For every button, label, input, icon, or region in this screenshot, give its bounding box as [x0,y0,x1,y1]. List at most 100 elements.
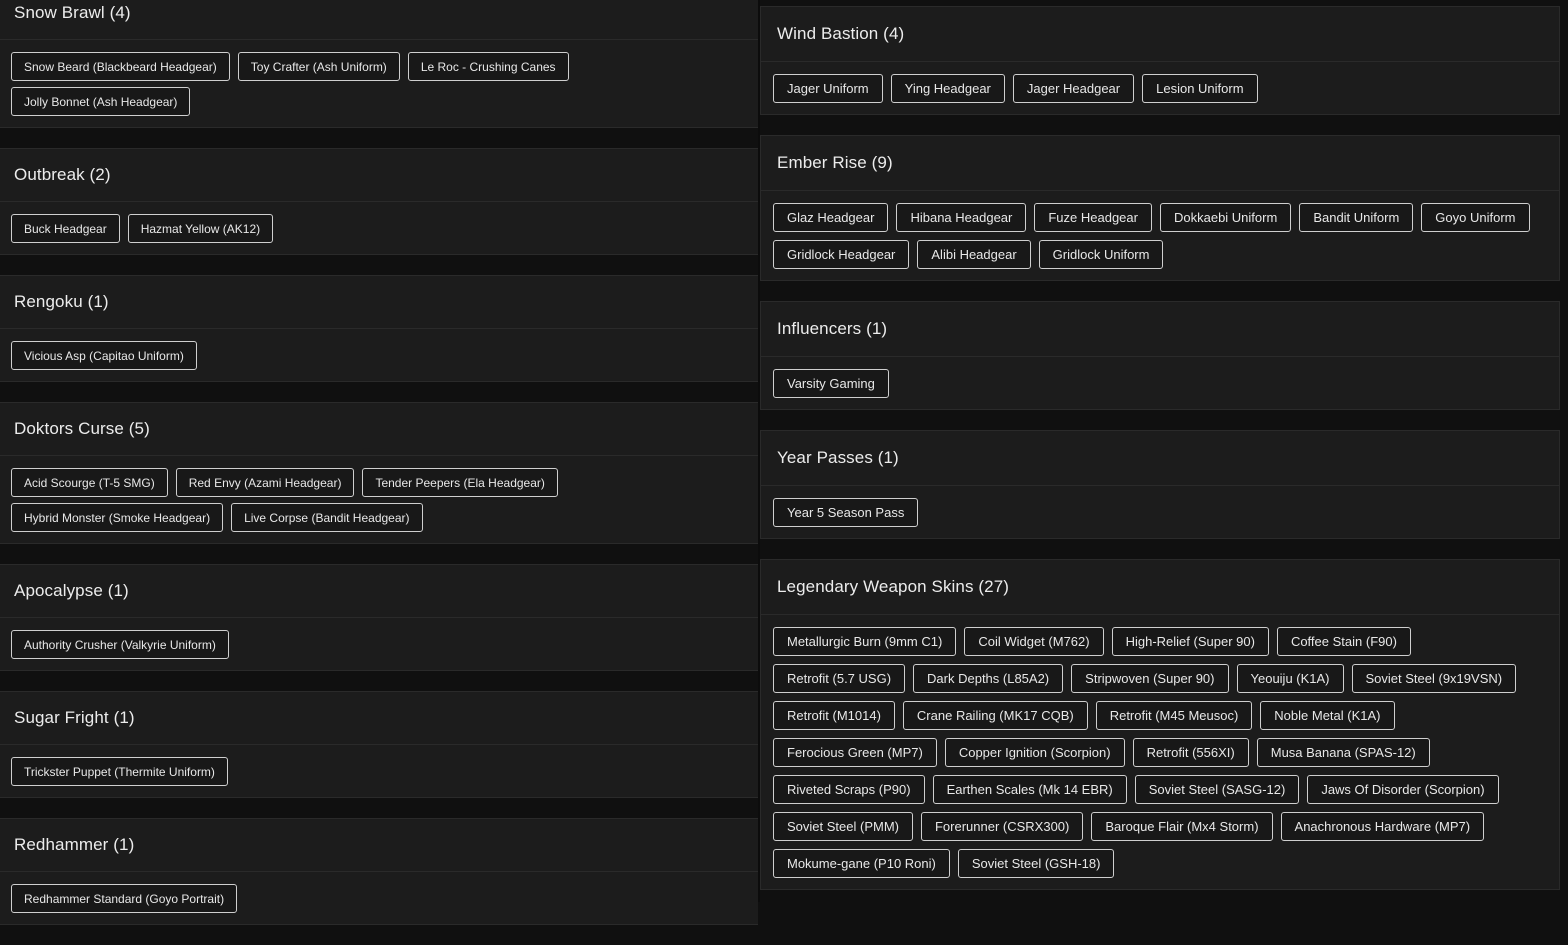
item-tag-high-relief[interactable]: High-Relief (Super 90) [1111,627,1269,656]
item-tag-jaws-of-disorder[interactable]: Jaws Of Disorder (Scorpion) [1307,775,1499,804]
section-redhammer: Redhammer (1) Redhammer Standard (Goyo Po… [0,818,758,925]
item-tag-forerunner[interactable]: Forerunner (CSRX300) [920,812,1084,841]
right-column: Wind Bastion (4) Jager Uniform Ying Headge… [760,6,1560,910]
item-tag-list: Snow Beard (Blackbeard Headgear) Toy Craf… [0,40,758,127]
section-title: Apocalypse (1) [14,581,129,600]
item-tag-ferocious-green[interactable]: Ferocious Green (MP7) [773,738,937,767]
item-tag-list: Redhammer Standard (Goyo Portrait) [0,872,758,924]
section-header: Sugar Fright (1) [0,692,758,745]
item-tag-anachronous-hardware[interactable]: Anachronous Hardware (MP7) [1280,812,1485,841]
item-tag-snow-beard[interactable]: Snow Beard (Blackbeard Headgear) [11,52,230,81]
item-tag-soviet-steel[interactable]: Soviet Steel (GSH-18) [957,849,1115,878]
item-tag-bandit-uniform[interactable]: Bandit Uniform [1299,203,1414,232]
item-tag-vicious-asp[interactable]: Vicious Asp (Capitao Uniform) [11,341,197,370]
item-tag-list: Acid Scourge (T-5 SMG) Red Envy (Azami He… [0,456,758,543]
item-tag-metallurgic-burn[interactable]: Metallurgic Burn (9mm C1) [773,627,957,656]
section-title: Snow Brawl (4) [14,3,131,22]
item-tag-soviet-steel[interactable]: Soviet Steel (9x19VSN) [1351,664,1517,693]
section-title: Doktors Curse (5) [14,419,150,438]
item-tag-soviet-steel[interactable]: Soviet Steel (PMM) [773,812,913,841]
item-tag-list: Glaz Headgear Hibana Headgear Fuze Headgea… [761,191,1559,280]
item-tag-varsity-gaming[interactable]: Varsity Gaming [773,369,889,398]
item-tag-jager-headgear[interactable]: Jager Headgear [1012,74,1135,103]
item-tag-fuze-headgear[interactable]: Fuze Headgear [1034,203,1152,232]
item-tag-earthen-scales[interactable]: Earthen Scales (Mk 14 EBR) [932,775,1127,804]
item-tag-list: Trickster Puppet (Thermite Uniform) [0,745,758,797]
section-title: Legendary Weapon Skins (27) [777,577,1010,596]
section-header: Wind Bastion (4) [761,7,1559,62]
item-tag-glaz-headgear[interactable]: Glaz Headgear [773,203,889,232]
item-tag-hibana-headgear[interactable]: Hibana Headgear [896,203,1027,232]
item-tag-dokkaebi-uniform[interactable]: Dokkaebi Uniform [1159,203,1292,232]
item-tag-baroque-flair[interactable]: Baroque Flair (Mx4 Storm) [1091,812,1273,841]
item-tag-le-roc-crushing-canes[interactable]: Le Roc - Crushing Canes [407,52,569,81]
item-tag-ying-headgear[interactable]: Ying Headgear [890,74,1005,103]
item-tag-noble-metal[interactable]: Noble Metal (K1A) [1260,701,1395,730]
item-tag-year-5-season-pass[interactable]: Year 5 Season Pass [773,498,919,527]
section-rengoku: Rengoku (1) Vicious Asp (Capitao Uniform) [0,275,758,382]
item-tag-list: Varsity Gaming [761,357,1559,409]
item-tag-buck-headgear[interactable]: Buck Headgear [11,214,120,243]
section-sugar-fright: Sugar Fright (1) Trickster Puppet (Thermi… [0,691,758,798]
item-tag-goyo-uniform[interactable]: Goyo Uniform [1421,203,1530,232]
section-wind-bastion: Wind Bastion (4) Jager Uniform Ying Headge… [760,6,1560,115]
section-title: Ember Rise (9) [777,153,893,172]
item-tag-list: Vicious Asp (Capitao Uniform) [0,329,758,381]
section-title: Redhammer (1) [14,835,135,854]
item-tag-coil-widget[interactable]: Coil Widget (M762) [964,627,1104,656]
section-doktors-curse: Doktors Curse (5) Acid Scourge (T-5 SMG) R… [0,402,758,544]
section-outbreak: Outbreak (2) Buck Headgear Hazmat Yellow (… [0,148,758,255]
item-tag-copper-ignition[interactable]: Copper Ignition (Scorpion) [944,738,1125,767]
item-tag-musa-banana[interactable]: Musa Banana (SPAS-12) [1256,738,1430,767]
section-influencers: Influencers (1) Varsity Gaming [760,301,1560,410]
section-title: Influencers (1) [777,319,888,338]
section-header: Ember Rise (9) [761,136,1559,191]
item-tag-jager-uniform[interactable]: Jager Uniform [773,74,883,103]
item-tag-riveted-scraps[interactable]: Riveted Scraps (P90) [773,775,925,804]
section-year-passes: Year Passes (1) Year 5 Season Pass [760,430,1560,539]
item-tag-retrofit[interactable]: Retrofit (5.7 USG) [773,664,906,693]
section-title: Sugar Fright (1) [14,708,135,727]
item-tag-list: Year 5 Season Pass [761,486,1559,538]
item-tag-list: Buck Headgear Hazmat Yellow (AK12) [0,202,758,254]
item-tag-jolly-bonnet[interactable]: Jolly Bonnet (Ash Headgear) [11,87,191,116]
section-header: Influencers (1) [761,302,1559,357]
item-tag-alibi-headgear[interactable]: Alibi Headgear [917,240,1031,269]
section-header: Outbreak (2) [0,149,758,202]
item-tag-coffee-stain[interactable]: Coffee Stain (F90) [1276,627,1411,656]
item-tag-retrofit[interactable]: Retrofit (M1014) [773,701,895,730]
item-tag-gridlock-uniform[interactable]: Gridlock Uniform [1038,240,1164,269]
item-tag-retrofit[interactable]: Retrofit (556XI) [1132,738,1249,767]
section-title: Wind Bastion (4) [777,24,905,43]
section-legendary-weapon-skins: Legendary Weapon Skins (27) Metallurgic B… [760,559,1560,890]
item-tag-crane-railing[interactable]: Crane Railing (MK17 CQB) [902,701,1088,730]
section-ember-rise: Ember Rise (9) Glaz Headgear Hibana Headge… [760,135,1560,281]
item-tag-toy-crafter[interactable]: Toy Crafter (Ash Uniform) [237,52,400,81]
section-title: Year Passes (1) [777,448,899,467]
item-tag-mokume-gane[interactable]: Mokume-gane (P10 Roni) [773,849,950,878]
section-header: Legendary Weapon Skins (27) [761,560,1559,615]
item-tag-authority-crusher[interactable]: Authority Crusher (Valkyrie Uniform) [11,630,229,659]
section-header: Doktors Curse (5) [0,403,758,456]
item-tag-red-envy[interactable]: Red Envy (Azami Headgear) [175,468,355,497]
item-tag-gridlock-headgear[interactable]: Gridlock Headgear [773,240,910,269]
section-header: Redhammer (1) [0,819,758,872]
item-tag-hazmat-yellow[interactable]: Hazmat Yellow (AK12) [127,214,274,243]
item-tag-acid-scourge[interactable]: Acid Scourge (T-5 SMG) [11,468,168,497]
item-tag-trickster-puppet[interactable]: Trickster Puppet (Thermite Uniform) [11,757,228,786]
item-tag-dark-depths[interactable]: Dark Depths (L85A2) [913,664,1064,693]
item-tag-yeouiju[interactable]: Yeouiju (K1A) [1236,664,1344,693]
item-tag-hybrid-monster[interactable]: Hybrid Monster (Smoke Headgear) [11,503,224,532]
section-title: Rengoku (1) [14,292,109,311]
item-tag-soviet-steel[interactable]: Soviet Steel (SASG-12) [1134,775,1300,804]
item-tag-redhammer-standard[interactable]: Redhammer Standard (Goyo Portrait) [11,884,238,913]
section-header: Rengoku (1) [0,276,758,329]
item-tag-tender-peepers[interactable]: Tender Peepers (Ela Headgear) [362,468,558,497]
item-tag-live-corpse[interactable]: Live Corpse (Bandit Headgear) [231,503,423,532]
item-tag-lesion-uniform[interactable]: Lesion Uniform [1142,74,1258,103]
section-header: Year Passes (1) [761,431,1559,486]
item-tag-stripwoven[interactable]: Stripwoven (Super 90) [1071,664,1229,693]
section-header: Apocalypse (1) [0,565,758,618]
left-column: Snow Brawl (4) Snow Beard (Blackbeard Hea… [0,0,758,945]
item-tag-retrofit[interactable]: Retrofit (M45 Meusoc) [1095,701,1253,730]
